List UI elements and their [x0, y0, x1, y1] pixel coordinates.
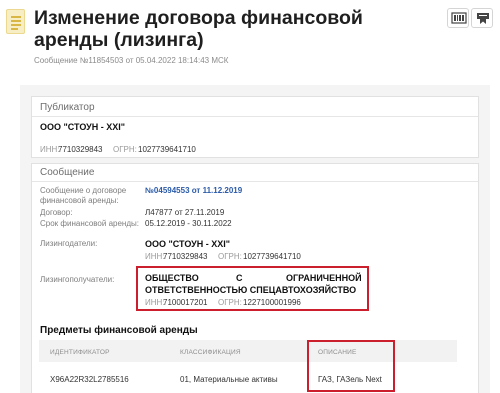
lessor-ogrn: 1027739641710 [243, 252, 301, 261]
lease-term-value: 05.12.2019 - 30.11.2022 [145, 219, 232, 228]
subjects-heading: Предметы финансовой аренды [40, 325, 198, 336]
publisher-ogrn-label: ОГРН: [113, 145, 137, 154]
publisher-ogrn: 1027739641710 [138, 145, 196, 154]
page-title: Изменение договора финансовой аренды (ли… [34, 7, 363, 51]
lessee-highlight-box [136, 266, 369, 311]
contract-message-link[interactable]: №04594553 от 11.12.2019 [145, 186, 242, 195]
publisher-inn: 7710329843 [58, 145, 103, 154]
contract-message-label: Сообщение о договоре финансовой аренды: [40, 186, 127, 205]
contract-value: Л47877 от 27.11.2019 [145, 208, 225, 217]
divider [32, 181, 478, 182]
bookmark-button[interactable] [471, 8, 493, 28]
message-subtitle: Сообщение №11854503 от 05.04.2022 18:14:… [34, 56, 229, 65]
row-classification: 01, Материальные активы [180, 375, 278, 384]
lessors-label: Лизингодатели: [40, 239, 98, 248]
column-header-identifier: ИДЕНТИФИКАТОР [50, 349, 110, 356]
code-button[interactable] [447, 8, 469, 28]
lease-term-label: Срок финансовой аренды: [40, 219, 139, 228]
lessor-name: ООО "СТОУН - XXI" [145, 239, 230, 249]
code-icon [451, 12, 467, 24]
publisher-name: ООО "СТОУН - XXI" [40, 122, 125, 132]
column-header-classification: КЛАССИФИКАЦИЯ [180, 349, 241, 356]
divider [32, 116, 478, 117]
lessor-inn: 7710329843 [163, 252, 208, 261]
bookmark-icon [477, 13, 489, 24]
document-icon [6, 9, 25, 34]
description-highlight-box [307, 340, 395, 392]
lessees-label: Лизингополучатели: [40, 275, 115, 284]
row-identifier: X96A22R32L2785516 [50, 375, 129, 384]
lessor-ogrn-label: ОГРН: [218, 252, 242, 261]
contract-label: Договор: [40, 208, 73, 217]
publisher-inn-label: ИНН: [40, 145, 60, 154]
lessor-inn-label: ИНН: [145, 252, 165, 261]
publisher-heading: Публикатор [40, 102, 95, 113]
message-heading: Сообщение [40, 167, 95, 178]
